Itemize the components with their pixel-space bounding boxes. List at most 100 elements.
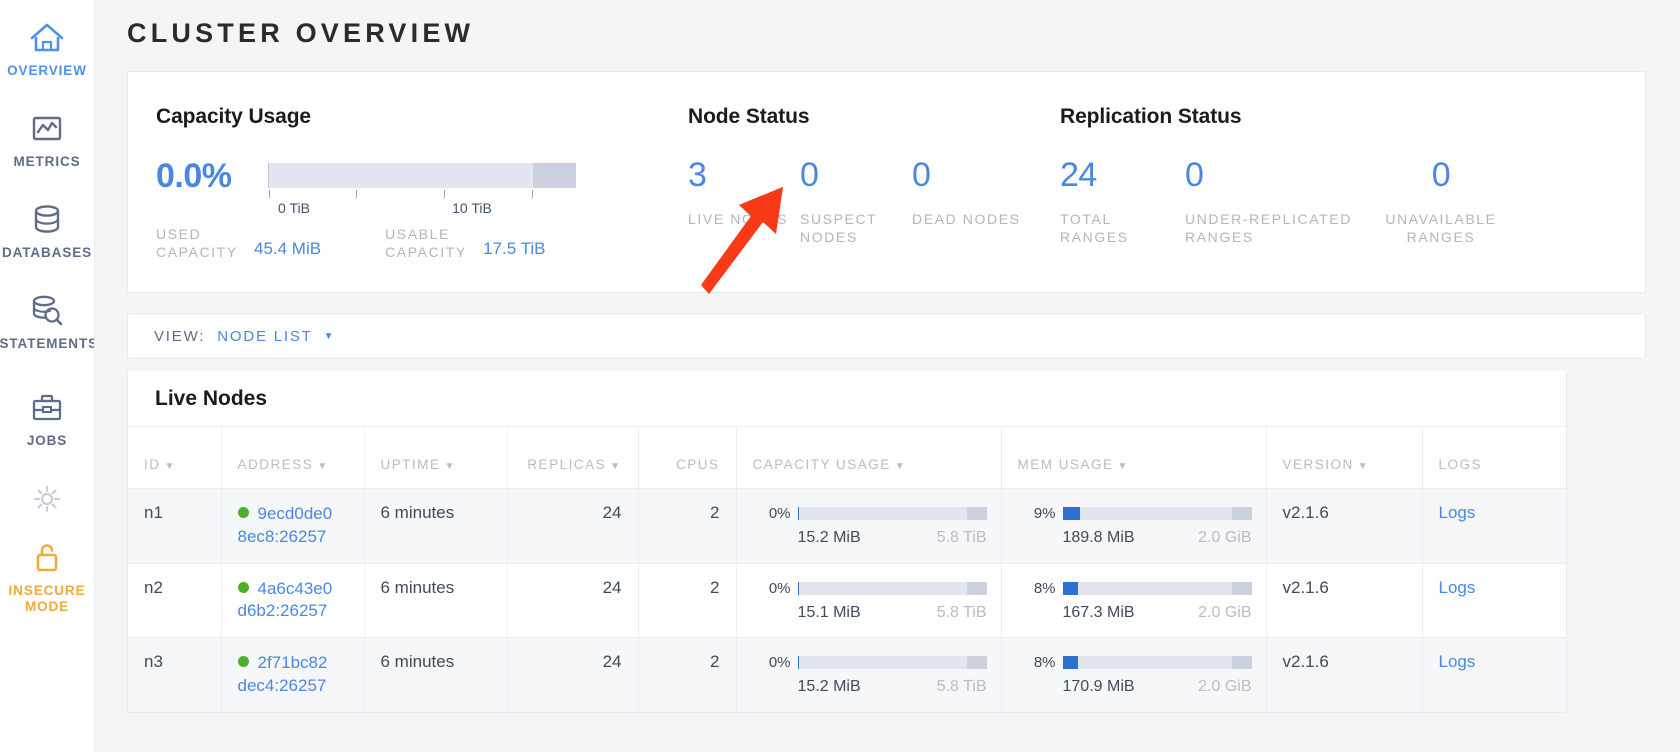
gear-icon: [29, 479, 65, 519]
col-header-version[interactable]: VERSION ▼: [1265, 426, 1422, 489]
cell-id: n1: [128, 488, 221, 564]
sidebar-item-databases[interactable]: DATABASES: [0, 200, 94, 261]
col-header-cpus[interactable]: CPUS: [637, 426, 736, 489]
cell-uptime: 6 minutes: [363, 488, 507, 564]
usable-capacity-label: USABLE CAPACITY: [385, 226, 467, 261]
under-replicated-ranges-label: UNDER-REPLICATED RANGES: [1185, 211, 1352, 246]
cell-logs-link[interactable]: Logs: [1421, 488, 1566, 564]
cell-cpus: 2: [637, 488, 736, 564]
capacity-usage-chart: 0 TiB 10 TiB: [268, 155, 608, 218]
col-header-capacity-usage[interactable]: CAPACITY USAGE ▼: [735, 426, 1001, 489]
capacity-used: 15.1 MiB: [797, 603, 861, 621]
mem-total: 2.0 GiB: [1198, 529, 1252, 546]
capacity-axis-ticks: [268, 190, 576, 199]
table-row[interactable]: n3 2f71bc82 dec4:26257 6 minutes 24 2 0% …: [128, 637, 1566, 712]
capacity-total: 5.8 TiB: [936, 529, 987, 546]
sidebar-item-insecure-mode[interactable]: INSECURE MODE: [0, 538, 94, 615]
col-header-uptime[interactable]: UPTIME ▼: [363, 426, 507, 489]
cell-version: v2.1.6: [1265, 488, 1422, 564]
cell-id: n3: [128, 637, 221, 712]
sort-arrow-icon[interactable]: ▼: [445, 461, 456, 472]
col-header-logs[interactable]: LOGS: [1421, 426, 1566, 489]
dead-nodes-label: DEAD NODES: [912, 211, 1021, 227]
cell-address[interactable]: 9ecd0de0 8ec8:26257: [220, 488, 364, 564]
cell-id: n2: [128, 562, 221, 638]
capacity-usage-percent: 0.0%: [156, 157, 232, 195]
mem-pct: 8%: [1033, 579, 1056, 597]
view-selected-value[interactable]: NODE LIST: [217, 328, 312, 345]
cell-address[interactable]: 4a6c43e0 d6b2:26257: [220, 562, 364, 638]
capacity-bar: [797, 581, 987, 595]
sidebar-label-metrics: METRICS: [13, 153, 81, 169]
cell-version: v2.1.6: [1265, 562, 1422, 638]
unavailable-ranges-value: 0: [1431, 156, 1451, 194]
chevron-down-icon[interactable]: ▼: [324, 331, 334, 342]
sort-arrow-icon[interactable]: ▼: [895, 461, 906, 472]
sidebar-label-databases: DATABASES: [1, 244, 93, 260]
col-header-mem-usage[interactable]: MEM USAGE ▼: [1000, 426, 1266, 489]
total-ranges-value: 24: [1060, 156, 1097, 194]
dead-nodes-value: 0: [912, 156, 931, 194]
live-nodes-stat: 3 LIVE NODES: [688, 158, 800, 247]
capacity-usage-title: Capacity Usage: [156, 105, 312, 128]
sort-arrow-icon[interactable]: ▼: [165, 461, 176, 472]
capacity-total: 5.8 TiB: [936, 678, 987, 696]
table-row[interactable]: n1 9ecd0de0 8ec8:26257 6 minutes 24 2 0% …: [128, 488, 1566, 564]
cell-capacity-usage: 0% 15.2 MiB 5.8 TiB: [735, 637, 1001, 712]
col-header-address[interactable]: ADDRESS ▼: [220, 426, 364, 489]
suspect-nodes-label: SUSPECT NODES: [800, 211, 878, 246]
mem-bar: [1062, 656, 1252, 670]
unlocked-padlock-icon: [29, 538, 65, 578]
under-replicated-ranges-stat: 0 UNDER-REPLICATED RANGES: [1185, 158, 1371, 247]
sidebar-item-statements[interactable]: STATEMENTS: [0, 291, 94, 352]
suspect-nodes-stat: 0 SUSPECT NODES: [800, 158, 912, 247]
under-replicated-ranges-value: 0: [1185, 156, 1204, 194]
sort-arrow-icon[interactable]: ▼: [610, 461, 621, 472]
cell-logs-link[interactable]: Logs: [1421, 562, 1566, 638]
view-selector-bar[interactable]: VIEW: NODE LIST ▼: [127, 313, 1646, 359]
used-capacity-group: USED CAPACITY 45.4 MiB: [156, 225, 321, 262]
capacity-usage-section: Capacity Usage 0.0% 0 TiB 10 TiB USED CA…: [128, 72, 688, 292]
live-nodes-title: Live Nodes: [155, 387, 268, 410]
sidebar-item-jobs[interactable]: JOBS: [0, 388, 94, 449]
live-nodes-table: ID ▼ ADDRESS ▼ UPTIME ▼ REPLICAS ▼ CPUS CAPA…: [128, 426, 1566, 712]
table-header-row: ID ▼ ADDRESS ▼ UPTIME ▼ REPLICAS ▼ CPUS CAPA…: [128, 426, 1566, 489]
sort-arrow-icon[interactable]: ▼: [1358, 461, 1369, 472]
cell-logs-link[interactable]: Logs: [1421, 637, 1566, 712]
capacity-axis-labels: 0 TiB 10 TiB: [268, 200, 608, 218]
cell-replicas: 24: [506, 562, 638, 638]
mem-bar: [1062, 581, 1252, 595]
sidebar-label-jobs: JOBS: [26, 432, 68, 448]
mem-pct: 9%: [1033, 505, 1056, 522]
table-row[interactable]: n2 4a6c43e0 d6b2:26257 6 minutes 24 2 0% …: [128, 562, 1566, 638]
database-icon: [28, 200, 66, 240]
cell-address[interactable]: 2f71bc82 dec4:26257: [220, 637, 364, 712]
capacity-tick-label-2: 10 TiB: [452, 200, 492, 216]
mem-bar: [1062, 507, 1252, 520]
replication-status-section: Replication Status 24 TOTAL RANGES 0 UND…: [1060, 72, 1511, 292]
capacity-used: 15.2 MiB: [797, 529, 861, 546]
sort-arrow-icon[interactable]: ▼: [317, 461, 328, 472]
capacity-bar: [797, 656, 987, 670]
sidebar-item-metrics[interactable]: METRICS: [0, 109, 94, 170]
cell-capacity-usage: 0% 15.1 MiB 5.8 TiB: [735, 562, 1001, 638]
mem-total: 2.0 GiB: [1198, 603, 1252, 621]
sort-arrow-icon[interactable]: ▼: [1118, 461, 1129, 472]
cell-mem-usage: 8% 170.9 MiB 2.0 GiB: [1000, 637, 1266, 712]
sidebar-label-insecure-mode: INSECURE MODE: [8, 582, 86, 614]
cell-mem-usage: 9% 189.8 MiB 2.0 GiB: [1000, 488, 1266, 564]
node-status-section: Node Status 3 LIVE NODES 0 SUSPECT NODES…: [688, 72, 1060, 292]
usable-capacity-group: USABLE CAPACITY 17.5 TiB: [385, 225, 545, 262]
database-search-icon: [27, 291, 67, 331]
col-header-id[interactable]: ID ▼: [128, 426, 221, 489]
cell-uptime: 6 minutes: [363, 637, 507, 712]
briefcase-icon: [28, 388, 66, 428]
sidebar-label-overview: OVERVIEW: [7, 63, 87, 78]
sidebar-item-overview[interactable]: OVERVIEW: [0, 18, 94, 79]
cell-replicas: 24: [506, 488, 638, 564]
sidebar-item-settings[interactable]: [0, 479, 94, 524]
chart-icon: [28, 109, 66, 149]
unavailable-ranges-label: UNAVAILABLE RANGES: [1385, 211, 1497, 246]
main-content: CLUSTER OVERVIEW Capacity Usage 0.0% 0 T…: [95, 0, 1680, 752]
col-header-replicas[interactable]: REPLICAS ▼: [506, 426, 638, 489]
